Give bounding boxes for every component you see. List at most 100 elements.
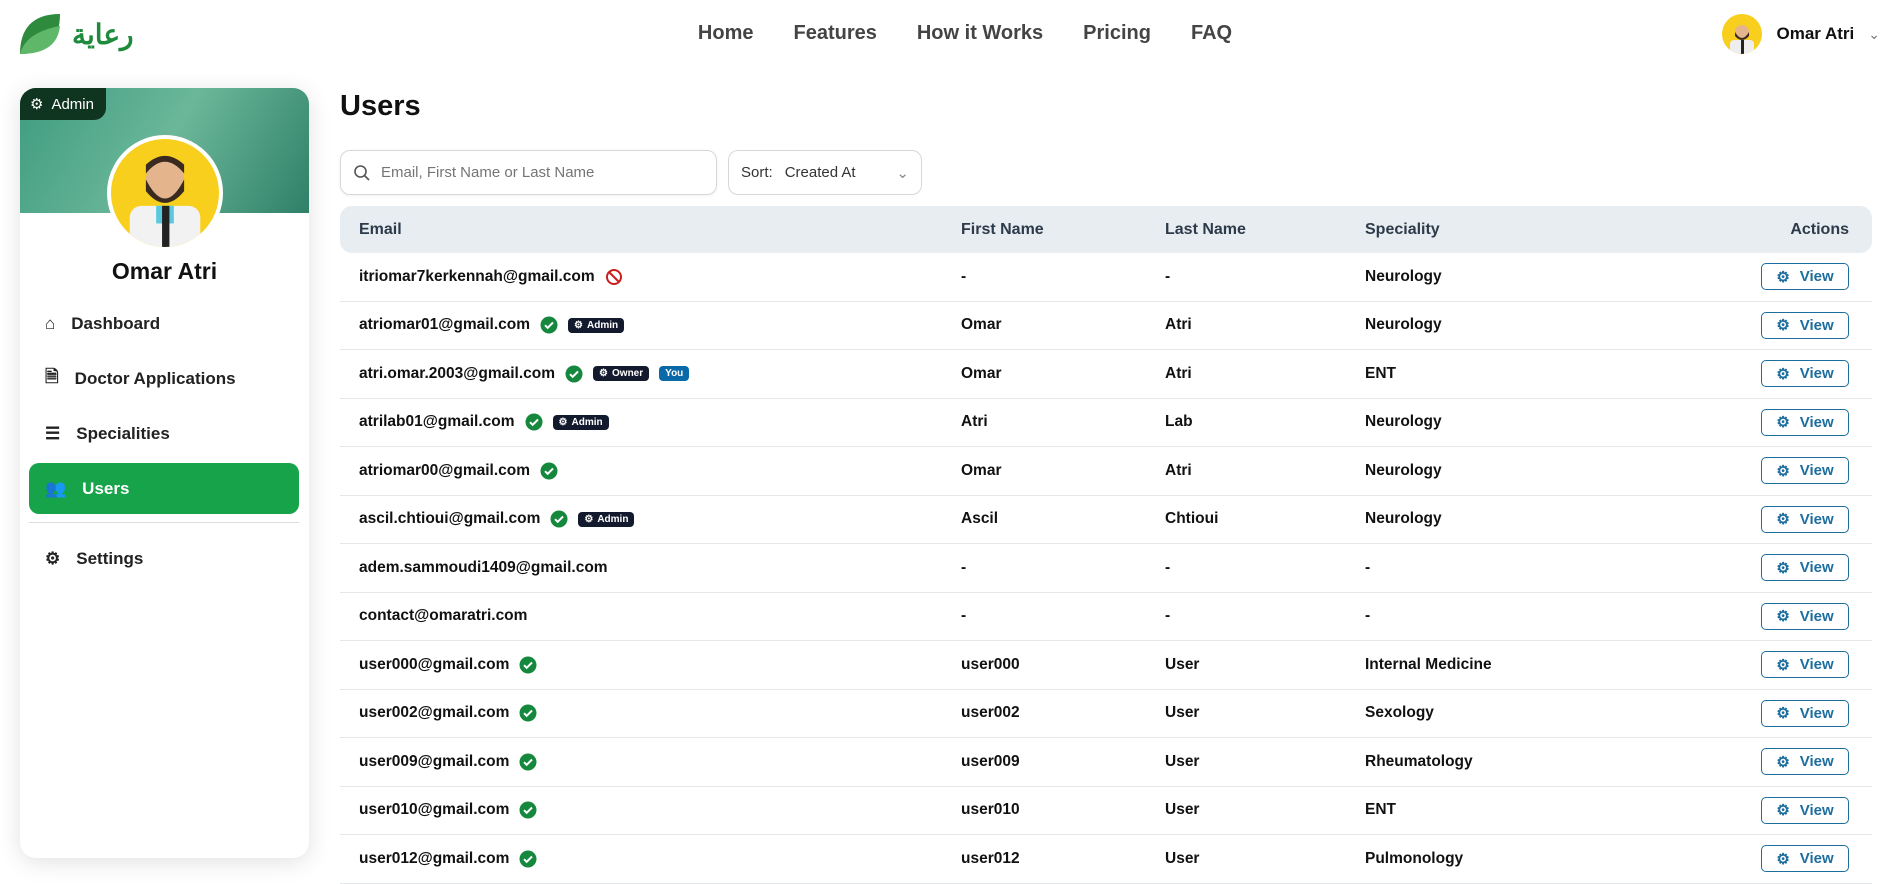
verified-icon (519, 753, 537, 771)
table-row: user009@gmail.com user009 User Rheumatol… (340, 738, 1872, 787)
gear-icon: ⚙ (1776, 365, 1790, 383)
first-name-cell: Omar (961, 461, 1002, 479)
speciality-cell: - (1365, 607, 1371, 625)
user-name: Omar Atri (1776, 24, 1855, 43)
view-button[interactable]: ⚙ View (1761, 263, 1849, 291)
user-gear-icon: ⚙ (574, 319, 584, 331)
nav-home[interactable]: Home (698, 22, 754, 45)
email-cell: atrilab01@gmail.com ⚙ Admin (340, 413, 942, 431)
table-row: adem.sammoudi1409@gmail.com - - - ⚙ View (340, 544, 1872, 593)
view-label: View (1799, 801, 1834, 819)
sidebar-item-specialities[interactable]: ☰ Specialities (29, 408, 299, 459)
you-badge: You (659, 366, 690, 382)
nav-how-it-works[interactable]: How it Works (917, 22, 1043, 45)
first-name-cell: user012 (961, 849, 1020, 867)
gear-icon: ⚙ (1776, 414, 1790, 432)
table-row: contact@omaratri.com - - - ⚙ View (340, 593, 1872, 641)
view-label: View (1799, 462, 1834, 480)
last-name-cell: User (1165, 849, 1200, 867)
verified-icon (550, 510, 568, 528)
nav-pricing[interactable]: Pricing (1083, 22, 1151, 45)
first-name-cell: Ascil (961, 510, 999, 528)
search-box[interactable] (340, 150, 717, 195)
search-icon (354, 164, 370, 181)
view-label: View (1799, 413, 1834, 431)
nav-faq[interactable]: FAQ (1191, 22, 1232, 45)
email-cell: adem.sammoudi1409@gmail.com (340, 559, 942, 577)
first-name-cell: user010 (961, 801, 1020, 819)
gear-icon: ⚙ (1776, 462, 1790, 480)
role-label: Admin (51, 95, 94, 113)
last-name-cell: Lab (1165, 413, 1193, 431)
view-button[interactable]: ⚙ View (1761, 505, 1849, 533)
first-name-cell: - (961, 607, 967, 625)
users-table: Email First Name Last Name Speciality Ac… (340, 206, 1872, 884)
sidebar-item-dashboard[interactable]: ⌂ Dashboard (29, 298, 299, 349)
verified-icon (540, 316, 558, 334)
user-menu[interactable]: Omar Atri ⌄ (1722, 14, 1880, 54)
sidebar: ⚙ Admin Omar Atri ⌂ Dashboard 🗎 Doctor App… (20, 88, 309, 858)
actions-cell: ⚙ View (1746, 699, 1872, 727)
first-name-cell: Atri (961, 413, 988, 431)
gear-icon: ⚙ (1776, 656, 1790, 674)
actions-cell: ⚙ View (1746, 263, 1872, 291)
speciality-cell: Neurology (1365, 413, 1442, 431)
email-cell: itriomar7kerkennah@gmail.com (340, 268, 942, 286)
view-button[interactable]: ⚙ View (1761, 554, 1849, 582)
gear-icon: ⚙ (45, 548, 61, 568)
view-button[interactable]: ⚙ View (1761, 457, 1849, 485)
last-name-cell: User (1165, 752, 1200, 770)
view-label: View (1799, 559, 1834, 577)
table-row: user002@gmail.com user002 User Sexology … (340, 690, 1872, 738)
table-row: atriomar01@gmail.com ⚙ Admin Omar Atri Neu… (340, 302, 1872, 350)
email-cell: atri.omar.2003@gmail.com ⚙ Owner You (340, 365, 942, 383)
chevron-down-icon: ⌄ (1868, 25, 1880, 42)
role-badge-label: Owner (612, 368, 644, 380)
divider (29, 522, 299, 523)
user-gear-icon: ⚙ (599, 368, 609, 380)
search-input[interactable] (381, 164, 701, 181)
role-badge: ⚙ Admin (568, 317, 625, 333)
column-header-actions: Actions (1790, 220, 1849, 238)
view-button[interactable]: ⚙ View (1761, 311, 1849, 339)
users-icon: 👥 (45, 478, 67, 498)
document-check-icon: 🗎 (45, 367, 59, 386)
speciality-cell: Internal Medicine (1365, 655, 1492, 673)
sidebar-item-settings[interactable]: ⚙ Settings (29, 533, 299, 584)
view-label: View (1799, 316, 1834, 334)
table-row: user000@gmail.com user000 User Internal … (340, 641, 1872, 690)
view-button[interactable]: ⚙ View (1761, 602, 1849, 630)
view-button[interactable]: ⚙ View (1761, 651, 1849, 679)
sort-value: Created At (784, 164, 856, 181)
view-button[interactable]: ⚙ View (1761, 845, 1849, 873)
sidebar-item-doctor-applications[interactable]: 🗎 Doctor Applications (29, 353, 299, 404)
sidebar-menu: ⌂ Dashboard 🗎 Doctor Applications ☰ Special… (29, 298, 299, 588)
view-button[interactable]: ⚙ View (1761, 699, 1849, 727)
view-label: View (1799, 510, 1834, 528)
role-badge: ⚙ Admin (578, 511, 635, 527)
email: user012@gmail.com (359, 849, 510, 867)
verified-icon (519, 850, 537, 868)
view-button[interactable]: ⚙ View (1761, 360, 1849, 388)
actions-cell: ⚙ View (1746, 311, 1872, 339)
user-gear-icon: ⚙ (30, 96, 44, 113)
verified-icon (519, 704, 537, 722)
view-label: View (1799, 607, 1834, 625)
view-button[interactable]: ⚙ View (1761, 796, 1849, 824)
sort-select[interactable]: Sort: Created At ⌄ (728, 150, 922, 195)
speciality-cell: ENT (1365, 364, 1396, 382)
email-cell: contact@omaratri.com (340, 607, 942, 625)
last-name-cell: - (1165, 607, 1171, 625)
view-button[interactable]: ⚙ View (1761, 408, 1849, 436)
sidebar-item-users[interactable]: 👥 Users (29, 463, 299, 514)
actions-cell: ⚙ View (1746, 554, 1872, 582)
first-name-cell: Omar (961, 364, 1002, 382)
table-row: ascil.chtioui@gmail.com ⚙ Admin Ascil Chti… (340, 496, 1872, 544)
table-body: itriomar7kerkennah@gmail.com - - Neurolo… (340, 253, 1872, 884)
view-button[interactable]: ⚙ View (1761, 748, 1849, 776)
nav-features[interactable]: Features (793, 22, 876, 45)
first-name-cell: user009 (961, 752, 1020, 770)
user-gear-icon: ⚙ (558, 416, 568, 428)
role-badge: ⚙ Owner (593, 366, 650, 382)
last-name-cell: Atri (1165, 364, 1192, 382)
